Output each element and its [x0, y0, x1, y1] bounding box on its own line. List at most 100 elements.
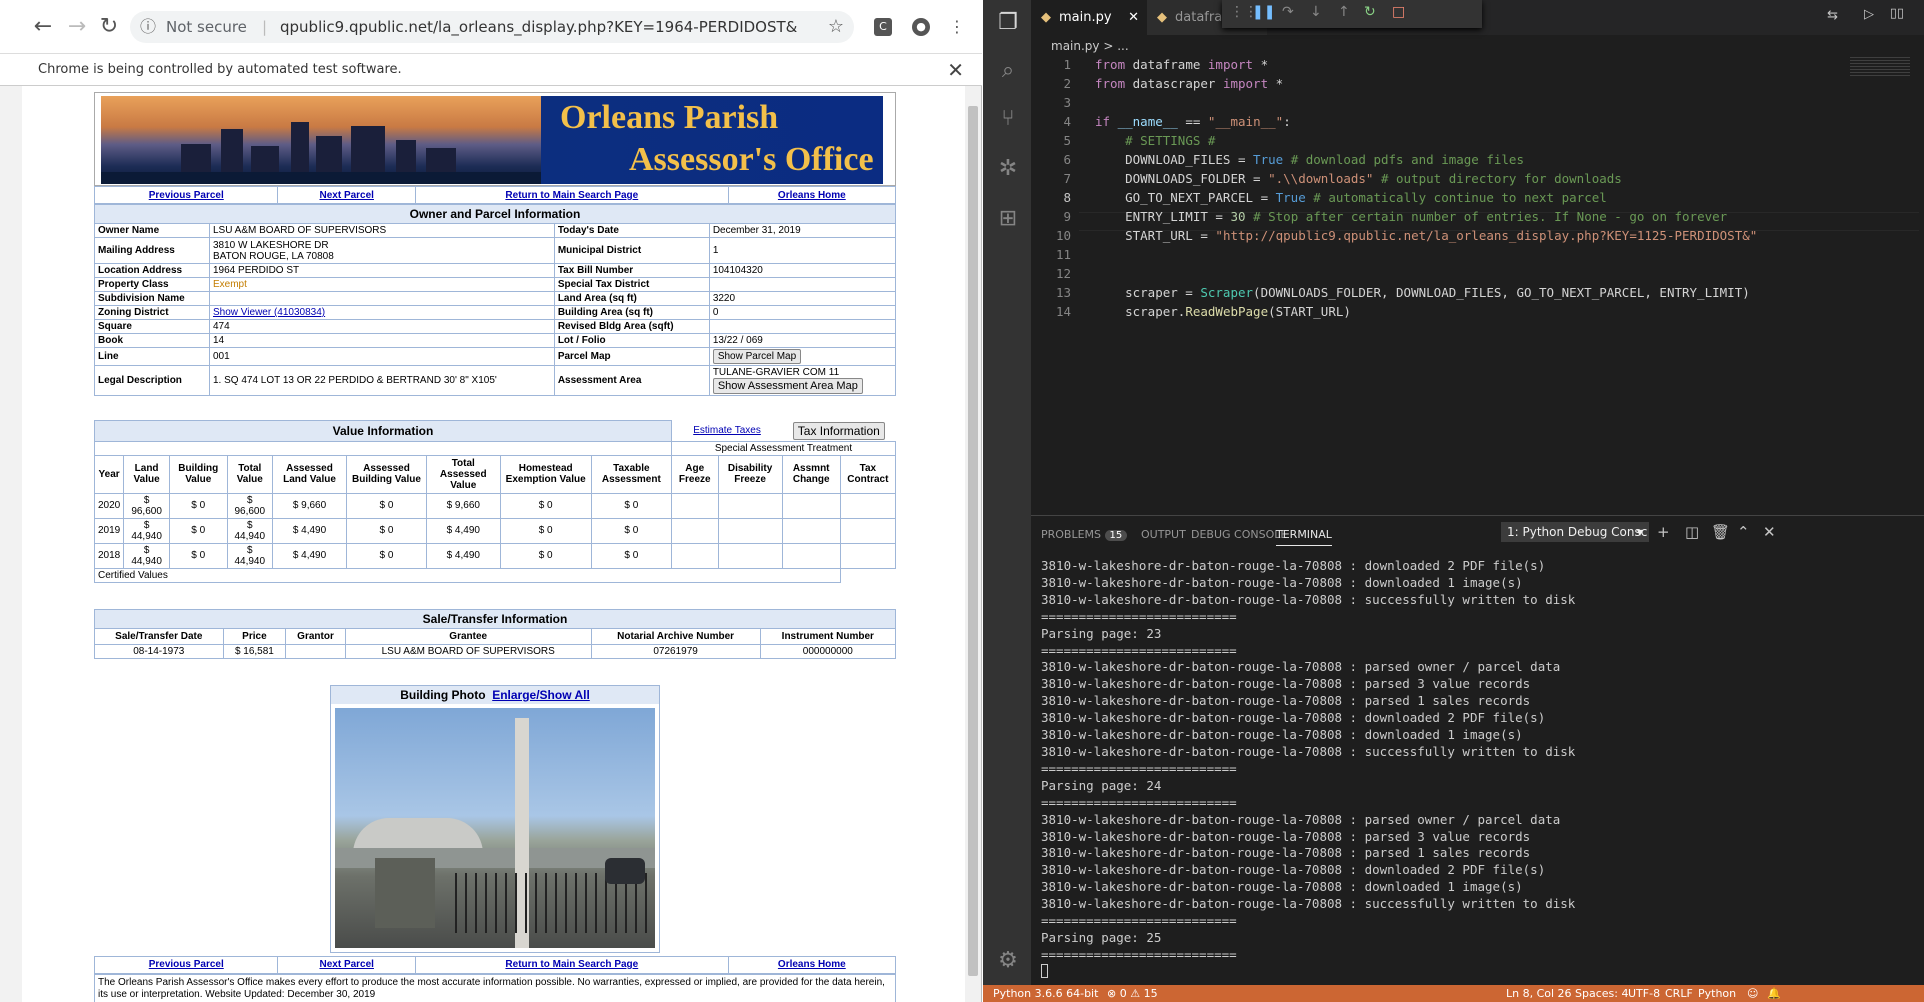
line-number: 13: [1055, 285, 1071, 300]
new-terminal-icon[interactable]: +: [1657, 523, 1670, 541]
value-header: Land Value: [123, 454, 170, 494]
pause-icon[interactable]: ❚❚: [1252, 4, 1275, 20]
eol[interactable]: CRLF: [1665, 985, 1693, 1002]
profile-icon[interactable]: ●: [912, 18, 930, 36]
source-control-icon[interactable]: ⑂: [995, 106, 1021, 132]
show-viewer-link[interactable]: Show Viewer (41030834): [213, 307, 325, 318]
maximize-panel-icon[interactable]: ⌃: [1737, 523, 1750, 541]
tab-main-py[interactable]: main.py ✕ ◆: [1031, 0, 1147, 35]
code-line: DOWNLOAD_FILES = True # download pdfs an…: [1095, 152, 1524, 167]
debug-icon[interactable]: ✲: [995, 156, 1021, 182]
problems-status[interactable]: ⊗ 0 ⚠ 15: [1107, 985, 1158, 1002]
restart-icon[interactable]: ↻: [1364, 4, 1376, 20]
todays-date-value: December 31, 2019: [708, 223, 897, 238]
trash-icon[interactable]: 🗑: [1711, 523, 1730, 541]
tab-problems[interactable]: PROBLEMS 15: [1041, 528, 1128, 541]
main-search-link[interactable]: Return to Main Search Page: [505, 959, 638, 970]
address-bar[interactable]: ⓘ Not secure | qpublic9.qpublic.net/la_o…: [130, 11, 854, 43]
back-icon[interactable]: ←: [30, 14, 56, 40]
legal-description-value: 1. SQ 474 LOT 13 OR 22 PERDIDO & BERTRAN…: [209, 365, 555, 396]
reload-icon[interactable]: ↻: [96, 14, 122, 40]
line-number: 1: [1063, 57, 1071, 72]
terminal-line: 3810-w-lakeshore-dr-baton-rouge-la-70808…: [1041, 693, 1531, 709]
next-parcel-link[interactable]: Next Parcel: [319, 190, 373, 201]
show-parcel-map-button[interactable]: Show Parcel Map: [712, 349, 802, 364]
code-line: scraper.ReadWebPage(START_URL): [1095, 304, 1351, 319]
close-icon[interactable]: ✕: [947, 54, 964, 86]
previous-parcel-link[interactable]: Previous Parcel: [149, 959, 224, 970]
menu-icon[interactable]: ⋮: [948, 18, 966, 36]
footer-disclaimer: The Orleans Parish Assessor's Office mak…: [94, 973, 896, 1002]
tax-bill-value: 104104320: [708, 263, 897, 278]
split-terminal-icon[interactable]: ◫: [1685, 523, 1699, 541]
estimate-taxes-link[interactable]: Estimate Taxes: [693, 425, 761, 436]
browser-toolbar: ← → ↻ ⓘ Not secure | qpublic9.qpublic.ne…: [0, 0, 982, 54]
sale-header: Grantor: [285, 627, 346, 645]
scrollbar[interactable]: [965, 86, 981, 1002]
value-table: Value Information Estimate Taxes Tax Inf…: [93, 420, 897, 583]
tab-debug-console[interactable]: DEBUG CONSOLE: [1191, 528, 1287, 541]
minimap[interactable]: [1850, 57, 1910, 77]
cursor-position[interactable]: Ln 8, Col 26: [1506, 985, 1572, 1002]
code-editor[interactable]: 1 2 3 4 5 6 7 8 9 10 11 12 13 14 from da…: [1031, 57, 1924, 497]
assessment-area-label: Assessment Area: [553, 365, 710, 396]
bookmark-star-icon[interactable]: ☆: [828, 11, 844, 43]
orleans-home-link[interactable]: Orleans Home: [778, 190, 846, 201]
tax-bill-label: Tax Bill Number: [553, 263, 710, 278]
terminal-line: Parsing page: 25: [1041, 929, 1162, 945]
split-compare-icon[interactable]: ⇆: [1827, 8, 1838, 23]
orleans-home-link[interactable]: Orleans Home: [778, 959, 846, 970]
tab-terminal[interactable]: TERMINAL: [1276, 528, 1332, 546]
not-secure-label: Not secure: [166, 18, 247, 36]
terminal-line: 3810-w-lakeshore-dr-baton-rouge-la-70808…: [1041, 710, 1546, 726]
forward-icon[interactable]: →: [64, 14, 90, 40]
url-text[interactable]: qpublic9.qpublic.net/la_orleans_display.…: [280, 11, 797, 43]
terminal-select[interactable]: 1: Python Debug Consc ▾: [1501, 522, 1649, 542]
tax-information-button[interactable]: Tax Information: [792, 421, 885, 440]
sale-header: Grantee: [344, 627, 592, 645]
python-interpreter[interactable]: Python 3.6.6 64-bit: [993, 985, 1098, 1002]
city-skyline-image: [101, 96, 541, 184]
tab-output[interactable]: OUTPUT: [1141, 528, 1186, 541]
step-over-icon[interactable]: ↷: [1282, 4, 1294, 20]
building-photo[interactable]: [335, 707, 655, 948]
value-header: Age Freeze: [670, 454, 719, 494]
language-mode[interactable]: Python: [1698, 985, 1736, 1002]
step-out-icon[interactable]: ↑: [1338, 4, 1350, 20]
extension-icon[interactable]: C: [874, 18, 892, 36]
stop-icon[interactable]: □: [1392, 4, 1405, 20]
main-search-link[interactable]: Return to Main Search Page: [505, 190, 638, 201]
run-icon[interactable]: ▷: [1864, 7, 1874, 22]
scrollbar-thumb[interactable]: [968, 106, 978, 976]
land-area-label: Land Area (sq ft): [553, 291, 710, 306]
previous-parcel-link[interactable]: Previous Parcel: [149, 190, 224, 201]
value-header: Assessed Building Value: [346, 454, 427, 494]
square-label: Square: [94, 319, 210, 334]
next-parcel-link[interactable]: Next Parcel: [319, 959, 373, 970]
sale-header: Sale/Transfer Date: [94, 627, 224, 645]
code-line: if __name__ == "__main__":: [1095, 114, 1291, 129]
step-into-icon[interactable]: ↓: [1310, 4, 1322, 20]
search-icon[interactable]: ⌕: [995, 58, 1021, 84]
split-editor-icon[interactable]: ▯▯: [1890, 6, 1904, 21]
encoding[interactable]: UTF-8: [1628, 985, 1660, 1002]
terminal-line: 3810-w-lakeshore-dr-baton-rouge-la-70808…: [1041, 659, 1561, 675]
extensions-icon[interactable]: ⊞: [995, 206, 1021, 232]
feedback-icon[interactable]: ☺: [1747, 985, 1758, 1002]
terminal-line: Parsing page: 24: [1041, 777, 1162, 793]
value-header: Assessed Land Value: [271, 454, 348, 494]
info-icon[interactable]: ⓘ: [140, 11, 156, 43]
breadcrumb[interactable]: main.py > ...: [1031, 35, 1924, 57]
bell-icon[interactable]: 🔔: [1767, 985, 1781, 1002]
table-row: 2020 $ 96,600 $ 0 $ 96,600 $ 9,660 $ 0 $ 9,660…: [93, 492, 897, 519]
close-icon[interactable]: ✕: [1128, 0, 1139, 35]
settings-gear-icon[interactable]: ⚙: [995, 948, 1021, 974]
terminal-line: 3810-w-lakeshore-dr-baton-rouge-la-70808…: [1041, 879, 1523, 895]
banner: Orleans Parish Assessor's Office: [94, 92, 896, 186]
terminal-output[interactable]: 3810-w-lakeshore-dr-baton-rouge-la-70808…: [1041, 558, 1911, 978]
enlarge-show-all-link[interactable]: Enlarge/Show All: [492, 688, 590, 702]
indentation[interactable]: Spaces: 4: [1575, 985, 1628, 1002]
explorer-icon[interactable]: ❐: [995, 10, 1021, 36]
close-panel-icon[interactable]: ✕: [1763, 523, 1776, 541]
show-assessment-area-map-button[interactable]: Show Assessment Area Map: [712, 378, 863, 394]
